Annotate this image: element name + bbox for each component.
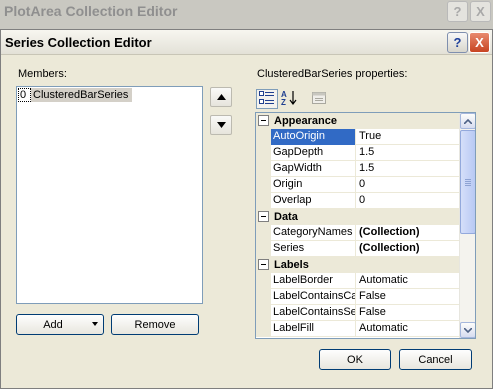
property-value[interactable]: True [356,129,460,145]
property-value[interactable]: 0 [356,177,460,193]
property-grid-scrollbar[interactable] [459,113,475,338]
background-help-button[interactable]: ? [447,1,468,22]
property-grid-rows: Appearance AutoOrigin True GapDepth 1.5 … [256,113,460,337]
series-collection-editor-dialog: Series Collection Editor ? X Members: 0 … [0,29,493,389]
sort-alphabetical-icon: A Z [281,90,299,109]
remove-button-label: Remove [134,318,176,331]
scroll-thumb[interactable] [460,130,475,234]
property-row[interactable]: Origin 0 [256,177,460,193]
category-label: Data [274,210,298,223]
property-row[interactable]: CategoryNames (Collection) [256,225,460,241]
properties-label: ClusteredBarSeries properties: [257,68,408,80]
add-button-label: Add [43,318,63,331]
ok-button-label: OK [347,353,363,366]
dialog-title: Series Collection Editor [5,35,152,50]
dialog-titlebar: Series Collection Editor ? X [1,30,492,55]
property-value[interactable]: 1.5 [356,145,460,161]
property-name: LabelBorder [271,273,356,289]
dropdown-arrow-icon[interactable] [92,322,98,326]
property-row[interactable]: LabelFill Automatic [256,321,460,337]
category-data[interactable]: Data [256,209,460,225]
property-name: GapWidth [271,161,356,177]
property-name: LabelContainsSer [271,305,356,321]
svg-text:Z: Z [281,98,286,106]
arrow-down-icon [216,119,226,131]
property-name: AutoOrigin [271,129,356,145]
property-name: Origin [271,177,356,193]
property-name: GapDepth [271,145,356,161]
arrow-up-icon [216,91,226,103]
property-row[interactable]: GapDepth 1.5 [256,145,460,161]
property-grid[interactable]: Appearance AutoOrigin True GapDepth 1.5 … [255,112,476,339]
member-name: ClusteredBarSeries [31,88,133,102]
members-label: Members: [18,68,67,80]
members-list[interactable]: 0 ClusteredBarSeries [16,86,203,304]
property-name: Overlap [271,193,356,209]
property-value[interactable]: False [356,289,460,305]
collapse-icon[interactable] [258,211,269,222]
property-value[interactable]: Automatic [356,321,460,337]
property-row[interactable]: GapWidth 1.5 [256,161,460,177]
categorized-view-button[interactable] [256,89,278,109]
property-row[interactable]: AutoOrigin True [256,129,460,145]
cancel-button-label: Cancel [418,353,453,366]
collapse-icon[interactable] [258,259,269,270]
alphabetical-view-button[interactable]: A Z [279,89,301,109]
categorized-icon [259,90,275,108]
ok-button[interactable]: OK [319,349,391,370]
member-index: 0 [18,88,31,102]
scroll-down-button[interactable] [460,322,475,338]
property-value[interactable]: False [356,305,460,321]
close-button[interactable]: X [469,32,490,53]
move-down-button[interactable] [210,115,232,135]
property-name: CategoryNames [271,225,356,241]
property-pages-icon [311,91,327,108]
property-value[interactable]: Automatic [356,273,460,289]
property-value[interactable]: (Collection) [356,241,460,257]
add-button[interactable]: Add [16,314,104,335]
collapse-icon[interactable] [258,115,269,126]
property-name: Series [271,241,356,257]
property-row[interactable]: LabelContainsSer False [256,305,460,321]
category-label: Labels [274,258,309,271]
property-value[interactable]: 0 [356,193,460,209]
property-name: LabelFill [271,321,356,337]
scroll-up-button[interactable] [460,113,475,129]
cancel-button[interactable]: Cancel [399,349,472,370]
category-labels[interactable]: Labels [256,257,460,273]
background-window-title: PlotArea Collection Editor [4,3,178,19]
property-name: LabelContainsCat [271,289,356,305]
help-button[interactable]: ? [447,32,468,53]
property-row[interactable]: Series (Collection) [256,241,460,257]
property-value[interactable]: 1.5 [356,161,460,177]
screen: PlotArea Collection Editor ? X Series Co… [0,0,493,389]
property-pages-button[interactable] [308,89,330,109]
category-label: Appearance [274,114,337,127]
category-appearance[interactable]: Appearance [256,113,460,129]
property-row[interactable]: LabelContainsCat False [256,289,460,305]
property-row[interactable]: LabelBorder Automatic [256,273,460,289]
property-value[interactable]: (Collection) [356,225,460,241]
background-close-button[interactable]: X [470,1,491,22]
property-row[interactable]: Overlap 0 [256,193,460,209]
chevron-down-icon [463,324,473,336]
list-item[interactable]: 0 ClusteredBarSeries [18,88,133,102]
property-grid-toolbar: A Z [255,87,476,111]
chevron-up-icon [463,115,473,127]
remove-button[interactable]: Remove [111,314,199,335]
move-up-button[interactable] [210,87,232,107]
